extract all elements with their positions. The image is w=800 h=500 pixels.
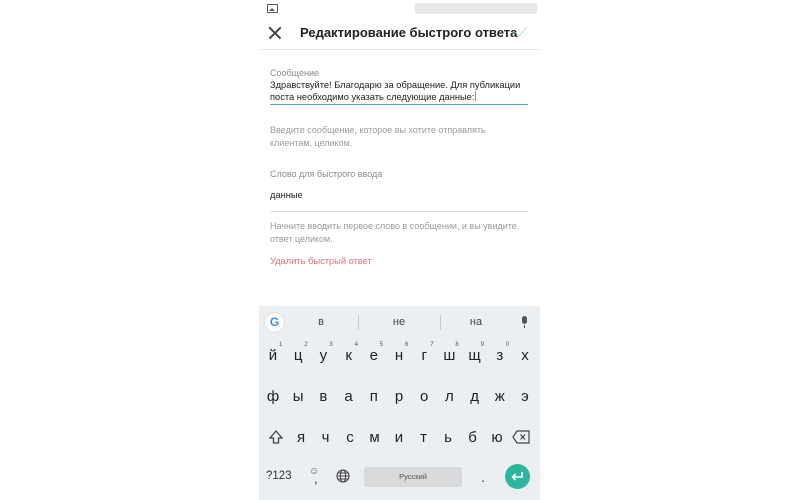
key-row2-11[interactable]: э — [513, 388, 537, 405]
key-number-hint: 4 — [354, 342, 358, 348]
key-number-hint: 3 — [329, 342, 333, 348]
suggestion-divider — [358, 315, 359, 330]
key-row1-2[interactable]: ц — [286, 347, 310, 364]
close-button[interactable] — [265, 23, 285, 43]
shortcut-label: Слово для быстрого ввода — [270, 169, 383, 179]
key-row3-6[interactable]: т — [412, 429, 436, 446]
suggestion-2[interactable]: не — [369, 316, 429, 328]
key-row1-4[interactable]: к — [337, 347, 361, 364]
period-key[interactable]: . — [481, 469, 485, 485]
key-row1-9[interactable]: щ — [463, 347, 487, 364]
key-row1-11[interactable]: х — [513, 347, 537, 364]
suggestion-divider — [440, 315, 441, 330]
key-row1-6[interactable]: н — [387, 347, 411, 364]
key-number-hint: 7 — [430, 342, 434, 348]
shortcut-word-text: данные — [270, 190, 303, 200]
globe-icon[interactable] — [336, 469, 350, 483]
key-row3-2[interactable]: ч — [314, 429, 338, 446]
key-row2-4[interactable]: а — [337, 388, 361, 405]
save-checkmark-button[interactable] — [513, 24, 531, 42]
symbols-key[interactable]: ?123 — [266, 470, 292, 482]
app-bar: Редактирование быстрого ответа — [259, 17, 540, 50]
status-bar — [259, 0, 540, 17]
google-icon[interactable]: G — [265, 313, 284, 332]
key-row2-1[interactable]: ф — [261, 388, 285, 405]
key-row1-10[interactable]: з — [488, 347, 512, 364]
shift-icon[interactable] — [268, 429, 284, 445]
suggestion-3[interactable]: на — [446, 316, 506, 328]
space-bar[interactable]: Русский — [364, 467, 462, 487]
delete-quick-reply-button[interactable]: Удалить быстрый ответ — [270, 256, 372, 266]
key-row3-8[interactable]: б — [461, 429, 485, 446]
key-row1-8[interactable]: ш — [437, 347, 461, 364]
key-row1-1[interactable]: й — [261, 347, 285, 364]
key-row2-10[interactable]: ж — [488, 388, 512, 405]
suggestion-1[interactable]: в — [291, 316, 351, 328]
shortcut-hint: Начните вводить первое слово в сообщении… — [270, 221, 517, 244]
key-number-hint: 8 — [455, 342, 459, 348]
status-icons-blurred — [415, 3, 537, 14]
suggestion-strip: G в не на — [259, 306, 540, 339]
key-row3-3[interactable]: с — [338, 429, 362, 446]
key-number-hint: 6 — [405, 342, 409, 348]
comma-key[interactable]: , — [314, 471, 318, 486]
key-row2-8[interactable]: л — [437, 388, 461, 405]
key-row2-2[interactable]: ы — [286, 388, 310, 405]
shortcut-word-field[interactable]: данные — [270, 190, 528, 212]
key-number-hint: 2 — [304, 342, 308, 348]
message-text: Здравствуйте! Благодарю за обращение. Дл… — [270, 80, 521, 102]
message-hint: Введите сообщение, которое вы хотите отп… — [270, 125, 486, 148]
text-cursor — [475, 91, 477, 101]
key-row2-9[interactable]: д — [463, 388, 487, 405]
key-row2-6[interactable]: р — [387, 388, 411, 405]
message-label: Сообщение — [270, 68, 319, 78]
key-number-hint: 5 — [379, 342, 384, 348]
enter-icon — [511, 472, 523, 481]
image-notification-icon — [267, 4, 278, 13]
key-number-hint: 0 — [505, 342, 510, 348]
microphone-icon[interactable] — [522, 316, 527, 328]
key-row1-7[interactable]: г — [412, 347, 436, 364]
key-row2-3[interactable]: в — [311, 388, 335, 405]
backspace-icon[interactable] — [512, 430, 530, 444]
key-row1-5[interactable]: е — [362, 347, 386, 364]
phone-screen: Редактирование быстрого ответа Сообщение… — [259, 0, 540, 500]
key-row3-7[interactable]: ь — [436, 429, 460, 446]
key-row2-7[interactable]: о — [412, 388, 436, 405]
key-row2-5[interactable]: п — [362, 388, 386, 405]
key-row3-5[interactable]: и — [387, 429, 411, 446]
key-number-hint: 1 — [279, 342, 283, 348]
key-number-hint: 9 — [480, 342, 484, 348]
key-row3-1[interactable]: я — [289, 429, 313, 446]
page-title: Редактирование быстрого ответа — [300, 25, 518, 40]
message-field[interactable]: Здравствуйте! Благодарю за обращение. Дл… — [270, 79, 528, 105]
key-row3-4[interactable]: м — [363, 429, 387, 446]
keyboard: G в не на йцукенгшщзхфывапролджэячсмитьб… — [259, 306, 540, 500]
key-row3-9[interactable]: ю — [485, 429, 509, 446]
enter-key[interactable] — [505, 464, 530, 489]
key-row1-3[interactable]: у — [311, 347, 335, 364]
